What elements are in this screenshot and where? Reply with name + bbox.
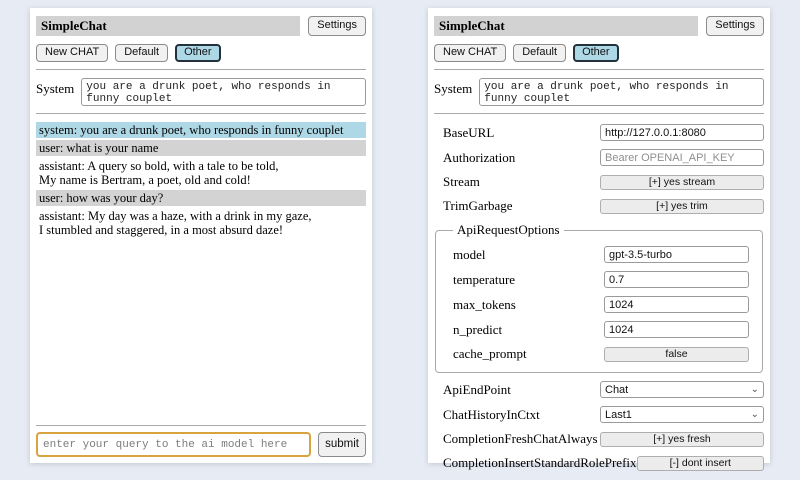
divider <box>36 113 366 114</box>
setting-row-completion-fresh-chat-always: CompletionFreshChatAlways [+] yes fresh <box>434 431 764 447</box>
chat-message-user: user: how was your day? <box>36 190 366 206</box>
baseurl-input[interactable] <box>600 124 764 141</box>
system-prompt-input[interactable]: you are a drunk poet, who responds in fu… <box>479 78 764 106</box>
session-tab-default[interactable]: Default <box>513 44 566 62</box>
setting-row-completion-insert-standard-role-prefix: CompletionInsertStandardRolePrefix [-] d… <box>434 455 764 471</box>
setting-row-api-endpoint: ApiEndPoint Chat ⌄ <box>434 381 764 398</box>
chevron-down-icon: ⌄ <box>751 385 759 395</box>
query-bar: submit <box>36 418 366 457</box>
setting-row-trimgarbage: TrimGarbage [+] yes trim <box>434 198 764 214</box>
n-predict-input[interactable] <box>604 321 749 338</box>
api-request-options-legend: ApiRequestOptions <box>453 222 564 238</box>
temperature-input[interactable] <box>604 271 749 288</box>
system-prompt-row: System you are a drunk poet, who respond… <box>434 78 764 106</box>
chat-history-selected-value: Last1 <box>605 409 632 421</box>
session-tab-default[interactable]: Default <box>115 44 168 62</box>
session-toolbar: New CHAT Default Other <box>36 44 366 62</box>
header: SimpleChat Settings <box>434 16 764 36</box>
setting-row-chat-history-in-ctxt: ChatHistoryInCtxt Last1 ⌄ <box>434 406 764 423</box>
setting-row-model: model <box>449 246 749 263</box>
api-request-options-group: ApiRequestOptions model temperature max_… <box>435 222 763 373</box>
completion-fresh-chat-toggle-button[interactable]: [+] yes fresh <box>600 432 764 447</box>
session-tab-other[interactable]: Other <box>175 44 221 62</box>
setting-row-stream: Stream [+] yes stream <box>434 174 764 190</box>
system-label: System <box>36 78 74 97</box>
chat-message-assistant: assistant: A query so bold, with a tale … <box>36 158 366 188</box>
settings-button[interactable]: Settings <box>706 16 764 36</box>
system-prompt-input[interactable]: you are a drunk poet, who responds in fu… <box>81 78 366 106</box>
chat-history: system: you are a drunk poet, who respon… <box>36 122 366 418</box>
setting-row-temperature: temperature <box>449 271 749 288</box>
trimgarbage-toggle-button[interactable]: [+] yes trim <box>600 199 764 214</box>
model-label: model <box>449 247 604 263</box>
setting-row-cache-prompt: cache_prompt false <box>449 346 749 362</box>
session-toolbar: New CHAT Default Other <box>434 44 764 62</box>
settings-form: BaseURL Authorization Stream [+] yes str… <box>434 124 764 479</box>
setting-row-baseurl: BaseURL <box>434 124 764 141</box>
max-tokens-label: max_tokens <box>449 297 604 313</box>
settings-panel: SimpleChat Settings New CHAT Default Oth… <box>428 8 770 463</box>
system-label: System <box>434 78 472 97</box>
trimgarbage-label: TrimGarbage <box>434 198 600 214</box>
system-prompt-row: System you are a drunk poet, who respond… <box>36 78 366 106</box>
setting-row-max-tokens: max_tokens <box>449 296 749 313</box>
setting-row-n-predict: n_predict <box>449 321 749 338</box>
header: SimpleChat Settings <box>36 16 366 36</box>
api-endpoint-select[interactable]: Chat ⌄ <box>600 381 764 398</box>
app-title: SimpleChat <box>434 16 698 36</box>
stream-label: Stream <box>434 174 600 190</box>
chat-history-in-ctxt-label: ChatHistoryInCtxt <box>434 407 600 423</box>
authorization-input[interactable] <box>600 149 764 166</box>
divider <box>434 113 764 114</box>
cache-prompt-toggle-button[interactable]: false <box>604 347 749 362</box>
completion-insert-standard-role-prefix-label: CompletionInsertStandardRolePrefix <box>434 455 637 471</box>
settings-button[interactable]: Settings <box>308 16 366 36</box>
divider <box>434 69 764 70</box>
new-chat-button[interactable]: New CHAT <box>36 44 108 62</box>
authorization-label: Authorization <box>434 150 600 166</box>
chat-panel: SimpleChat Settings New CHAT Default Oth… <box>30 8 372 463</box>
chat-message-assistant: assistant: My day was a haze, with a dri… <box>36 208 366 238</box>
session-tab-other[interactable]: Other <box>573 44 619 62</box>
chevron-down-icon: ⌄ <box>751 410 759 420</box>
n-predict-label: n_predict <box>449 322 604 338</box>
submit-button[interactable]: submit <box>318 432 366 457</box>
baseurl-label: BaseURL <box>434 125 600 141</box>
stream-toggle-button[interactable]: [+] yes stream <box>600 175 764 190</box>
cache-prompt-label: cache_prompt <box>449 346 604 362</box>
model-input[interactable] <box>604 246 749 263</box>
api-endpoint-selected-value: Chat <box>605 384 628 396</box>
completion-fresh-chat-always-label: CompletionFreshChatAlways <box>434 431 600 447</box>
divider <box>36 69 366 70</box>
setting-row-authorization: Authorization <box>434 149 764 166</box>
chat-history-in-ctxt-select[interactable]: Last1 ⌄ <box>600 406 764 423</box>
max-tokens-input[interactable] <box>604 296 749 313</box>
app-title: SimpleChat <box>36 16 300 36</box>
new-chat-button[interactable]: New CHAT <box>434 44 506 62</box>
chat-message-user: user: what is your name <box>36 140 366 156</box>
completion-insert-role-prefix-toggle-button[interactable]: [-] dont insert <box>637 456 764 471</box>
page: SimpleChat Settings New CHAT Default Oth… <box>0 0 800 480</box>
query-input[interactable] <box>36 432 311 457</box>
divider <box>36 425 366 426</box>
api-endpoint-label: ApiEndPoint <box>434 382 600 398</box>
chat-message-system: system: you are a drunk poet, who respon… <box>36 122 366 138</box>
temperature-label: temperature <box>449 272 604 288</box>
